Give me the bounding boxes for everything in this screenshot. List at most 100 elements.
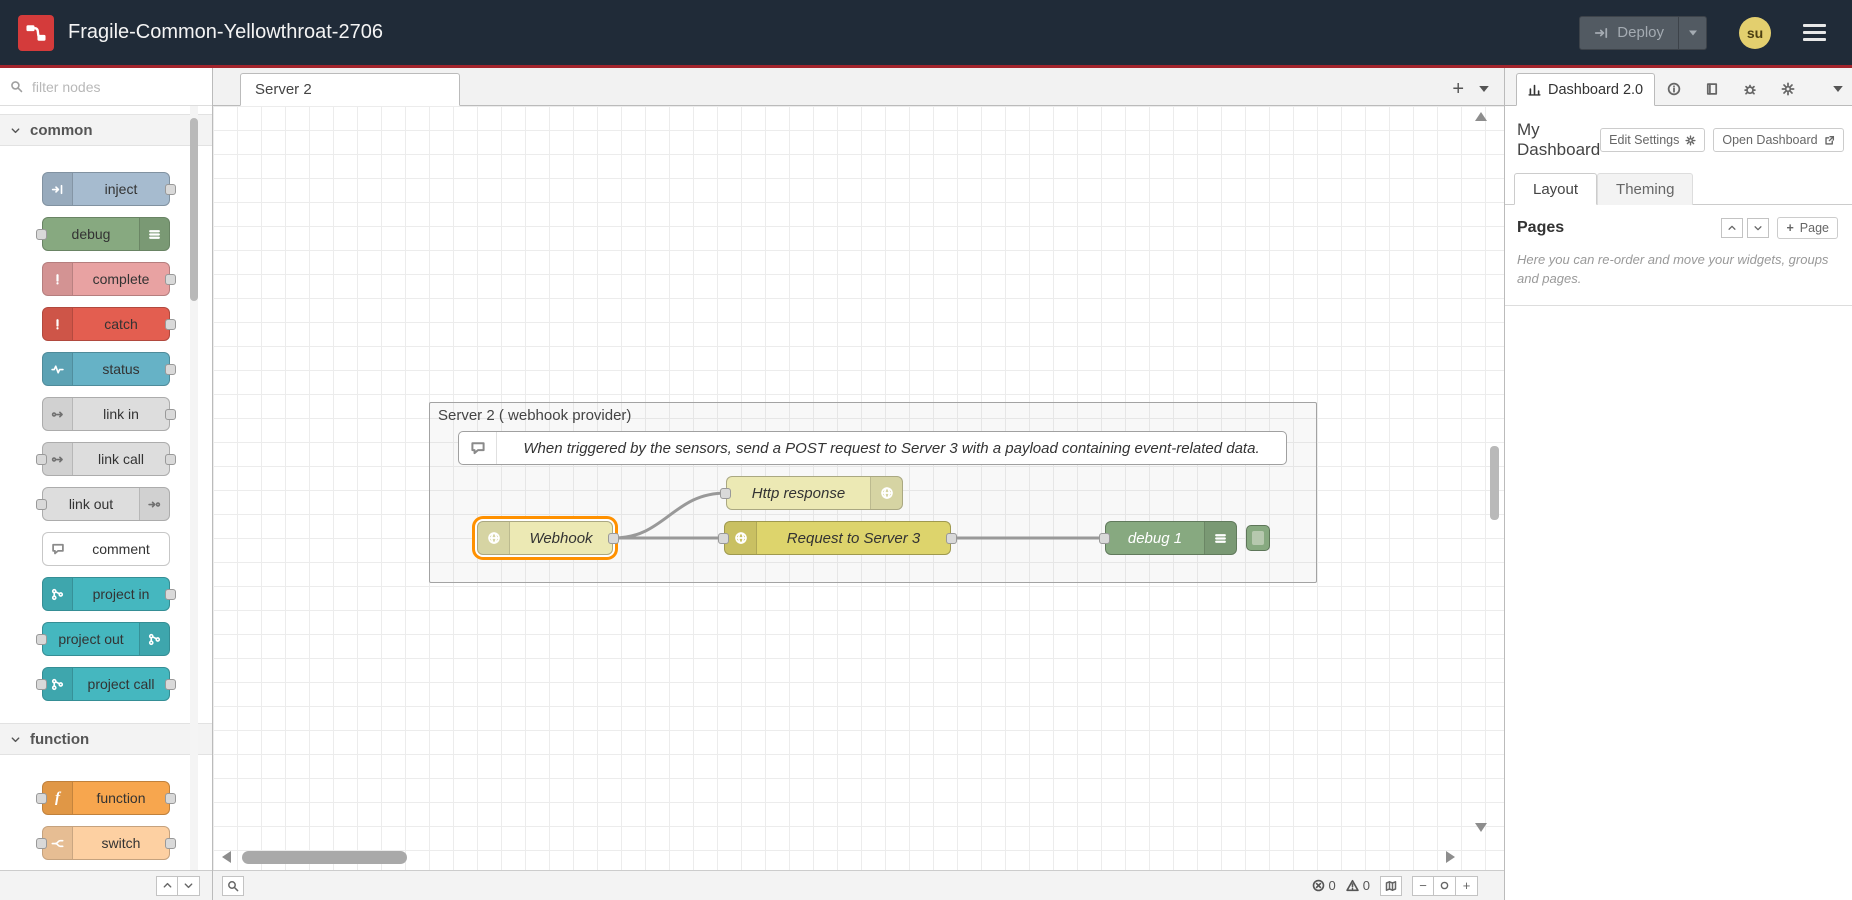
flow-canvas[interactable]: Server 2 ( webhook provider) When trigge… xyxy=(213,106,1504,870)
deploy-button[interactable]: Deploy xyxy=(1579,16,1707,50)
palette-node-project-in[interactable]: project in xyxy=(42,577,170,611)
node-port[interactable] xyxy=(165,589,176,600)
exclamation-icon xyxy=(43,263,73,295)
scroll-right-arrow[interactable] xyxy=(1446,851,1455,863)
node-port[interactable] xyxy=(165,364,176,375)
palette-node-function[interactable]: f function xyxy=(42,781,170,815)
palette-scrollbar-thumb[interactable] xyxy=(190,118,198,301)
tab-info[interactable] xyxy=(1655,73,1693,105)
tabbar-actions: + xyxy=(1452,79,1504,105)
tab-debug[interactable] xyxy=(1731,73,1769,105)
flow-node-http-response[interactable]: Http response xyxy=(726,476,903,510)
tab-help[interactable] xyxy=(1693,73,1731,105)
flow-node-debug-1[interactable]: debug 1 xyxy=(1105,521,1237,555)
zoom-controls: − + xyxy=(1412,876,1478,896)
flow-tabbar: Server 2 + xyxy=(213,68,1504,106)
palette-node-link-in[interactable]: link in xyxy=(42,397,170,431)
palette-node-switch[interactable]: switch xyxy=(42,826,170,860)
node-port[interactable] xyxy=(165,454,176,465)
add-page-button[interactable]: + Page xyxy=(1777,217,1838,239)
palette-node-inject[interactable]: inject xyxy=(42,172,170,206)
deploy-label: Deploy xyxy=(1617,24,1664,41)
node-port[interactable] xyxy=(165,838,176,849)
tab-config[interactable] xyxy=(1769,73,1807,105)
scroll-down-arrow[interactable] xyxy=(1475,823,1487,832)
exclamation-icon xyxy=(43,308,73,340)
node-palette: common inject debug xyxy=(0,68,213,900)
vertical-scrollbar-thumb[interactable] xyxy=(1490,446,1499,520)
sidebar-tabs-chevron[interactable] xyxy=(1832,73,1844,105)
flow-node-webhook[interactable]: Webhook xyxy=(477,521,613,555)
node-port[interactable] xyxy=(165,274,176,285)
scroll-up-arrow[interactable] xyxy=(1475,112,1487,121)
node-port[interactable] xyxy=(165,184,176,195)
expand-categories-button[interactable] xyxy=(178,876,200,896)
node-port[interactable] xyxy=(718,533,729,544)
add-flow-button[interactable]: + xyxy=(1452,79,1464,99)
node-port[interactable] xyxy=(165,409,176,420)
deploy-options-button[interactable] xyxy=(1678,17,1706,49)
palette-node-catch[interactable]: catch xyxy=(42,307,170,341)
node-port[interactable] xyxy=(36,229,47,240)
palette-node-debug[interactable]: debug xyxy=(42,217,170,251)
navigator-button[interactable] xyxy=(1380,876,1402,896)
palette-filter-input[interactable] xyxy=(30,78,202,96)
tab-dashboard-2-label: Dashboard 2.0 xyxy=(1548,82,1643,98)
palette-node-status[interactable]: status xyxy=(42,352,170,386)
link-icon xyxy=(43,443,73,475)
warning-count[interactable]: 0 xyxy=(1346,878,1370,893)
collapse-categories-button[interactable] xyxy=(156,876,178,896)
node-port[interactable] xyxy=(36,634,47,645)
node-port[interactable] xyxy=(165,793,176,804)
search-flows-button[interactable] xyxy=(222,876,244,896)
palette-node-link-out[interactable]: link out xyxy=(42,487,170,521)
list-icon xyxy=(139,218,169,250)
edit-settings-button[interactable]: Edit Settings xyxy=(1600,128,1705,152)
plus-icon: + xyxy=(1786,221,1793,235)
function-icon: f xyxy=(43,782,73,814)
node-port[interactable] xyxy=(36,838,47,849)
palette-node-project-call[interactable]: project call xyxy=(42,667,170,701)
flow-list-chevron-icon[interactable] xyxy=(1478,84,1490,94)
node-port[interactable] xyxy=(36,454,47,465)
palette-footer xyxy=(0,870,212,900)
palette-node-complete[interactable]: complete xyxy=(42,262,170,296)
zoom-reset-button[interactable] xyxy=(1434,876,1456,896)
pages-section-header: Pages + Page xyxy=(1505,205,1852,243)
zoom-in-button[interactable]: + xyxy=(1456,876,1478,896)
node-port[interactable] xyxy=(1099,533,1110,544)
palette-node-link-call[interactable]: link call xyxy=(42,442,170,476)
horizontal-scrollbar-thumb[interactable] xyxy=(242,851,407,864)
zoom-out-button[interactable]: − xyxy=(1412,876,1434,896)
palette-category-label: common xyxy=(30,122,93,139)
node-port[interactable] xyxy=(165,319,176,330)
move-page-down-button[interactable] xyxy=(1747,218,1769,238)
node-port[interactable] xyxy=(36,679,47,690)
tab-dashboard-2[interactable]: Dashboard 2.0 xyxy=(1516,73,1655,106)
error-count[interactable]: 0 xyxy=(1312,878,1336,893)
flow-tab-server-2[interactable]: Server 2 xyxy=(240,73,460,106)
palette-node-project-out[interactable]: project out xyxy=(42,622,170,656)
scroll-left-arrow[interactable] xyxy=(222,851,231,863)
node-port[interactable] xyxy=(608,533,619,544)
node-port[interactable] xyxy=(720,488,731,499)
debug-toggle-button[interactable] xyxy=(1246,525,1270,551)
tab-layout[interactable]: Layout xyxy=(1514,173,1597,205)
node-port[interactable] xyxy=(36,499,47,510)
tab-theming[interactable]: Theming xyxy=(1597,173,1693,205)
palette-category-function[interactable]: function xyxy=(0,723,212,755)
palette-node-comment[interactable]: comment xyxy=(42,532,170,566)
dashboard-sidebar-panel: My Dashboard Edit Settings Open Dashboar… xyxy=(1505,106,1852,900)
palette-category-common[interactable]: common xyxy=(0,114,212,146)
comment-node[interactable]: When triggered by the sensors, send a PO… xyxy=(458,431,1287,465)
open-dashboard-button[interactable]: Open Dashboard xyxy=(1713,128,1843,152)
node-port[interactable] xyxy=(165,679,176,690)
user-avatar[interactable]: su xyxy=(1739,17,1771,49)
flow-tab-label: Server 2 xyxy=(255,81,312,98)
flow-node-request-to-server-3[interactable]: Request to Server 3 xyxy=(724,521,951,555)
node-port[interactable] xyxy=(36,793,47,804)
main-menu-button[interactable] xyxy=(1803,24,1826,41)
node-port[interactable] xyxy=(946,533,957,544)
move-page-up-button[interactable] xyxy=(1721,218,1743,238)
palette-search xyxy=(0,68,212,106)
